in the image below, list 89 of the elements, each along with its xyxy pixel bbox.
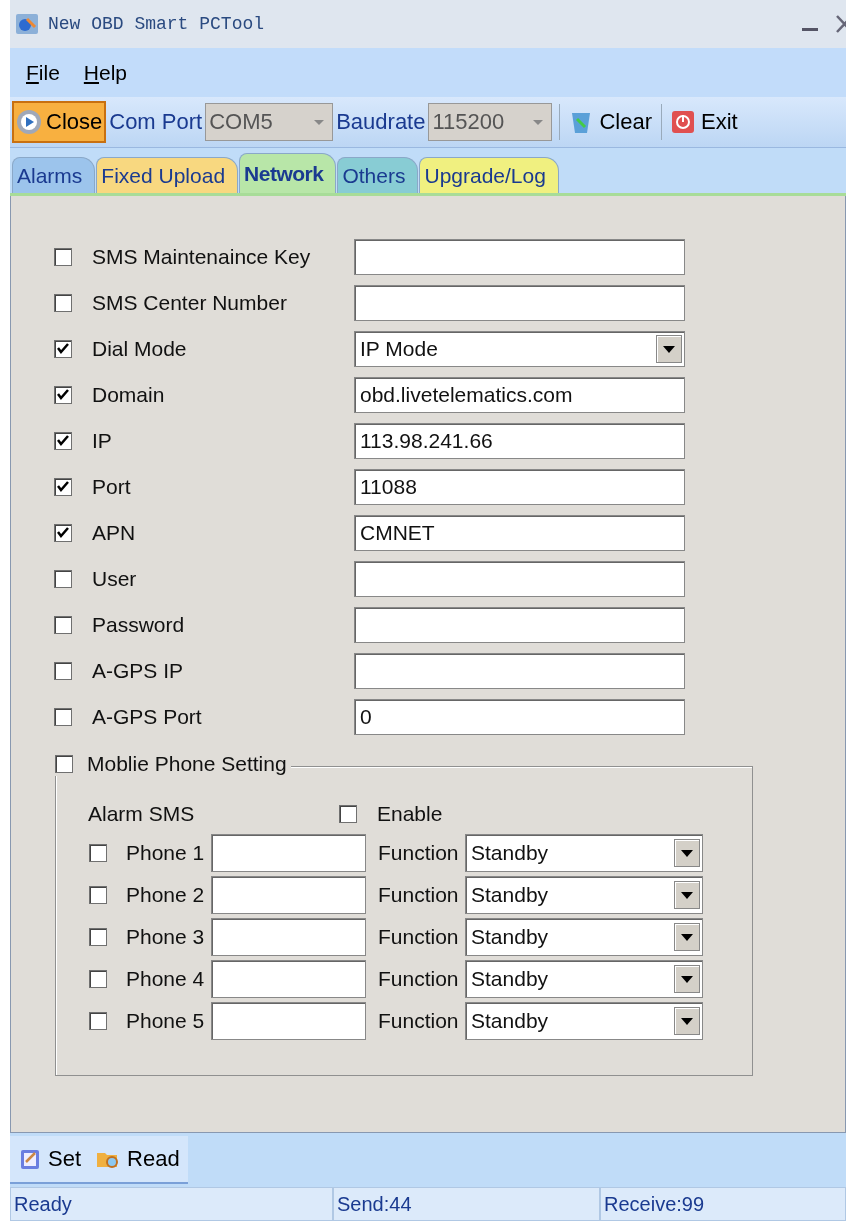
checkbox[interactable]	[54, 570, 72, 588]
phone-label: Phone 2	[125, 883, 206, 907]
field-label: SMS Center Number	[91, 291, 288, 315]
checkbox[interactable]	[54, 294, 72, 312]
checkbox[interactable]	[54, 248, 72, 266]
checkbox[interactable]	[54, 386, 72, 404]
close-icon[interactable]	[836, 15, 846, 33]
status-text: Send:44	[333, 1187, 600, 1221]
input-field[interactable]	[354, 561, 685, 597]
phone-input[interactable]	[211, 918, 366, 956]
menu-item[interactable]: Help	[83, 60, 128, 85]
play-icon	[16, 109, 42, 135]
field-label: A-GPS Port	[91, 705, 203, 729]
function-dropdown[interactable]: Standby	[465, 1002, 703, 1040]
checkbox[interactable]	[339, 805, 357, 823]
checkbox[interactable]	[89, 886, 107, 904]
phone-input[interactable]	[211, 834, 366, 872]
input-field[interactable]: 0	[354, 699, 685, 735]
function-dropdown[interactable]: Standby	[465, 876, 703, 914]
checkbox[interactable]	[89, 844, 107, 862]
input-field[interactable]	[354, 285, 685, 321]
com-port-dropdown[interactable]: COM5	[205, 103, 334, 141]
checkbox[interactable]	[54, 708, 72, 726]
function-label: Function	[377, 925, 460, 949]
phone-input[interactable]	[211, 1002, 366, 1040]
checkbox[interactable]	[54, 524, 72, 542]
input-field[interactable]	[354, 653, 685, 689]
field-label: Dial Mode	[91, 337, 188, 361]
clear-button[interactable]: Clear	[567, 102, 655, 142]
window-title: New OBD Smart PCTool	[48, 14, 266, 34]
menu-item[interactable]: File	[26, 60, 60, 85]
phone-label: Phone 3	[125, 925, 206, 949]
tab[interactable]: Others	[337, 157, 419, 193]
input-field[interactable]: 11088	[354, 469, 685, 505]
tab[interactable]: Alarms	[12, 157, 96, 193]
field-label: APN	[91, 521, 137, 545]
function-dropdown[interactable]: Standby	[465, 918, 703, 956]
exit-button[interactable]: Exit	[669, 102, 740, 142]
checkbox[interactable]	[89, 928, 107, 946]
app-icon	[14, 12, 40, 36]
field-label: Port	[91, 475, 132, 499]
alarm-sms-label: Alarm SMS	[88, 802, 196, 826]
edit-icon	[18, 1147, 42, 1171]
input-field[interactable]: obd.livetelematics.com	[354, 377, 685, 413]
checkbox[interactable]	[55, 755, 73, 773]
minimize-icon[interactable]	[802, 26, 818, 32]
input-field[interactable]: CMNET	[354, 515, 685, 551]
input-field[interactable]	[354, 239, 685, 275]
checkbox[interactable]	[89, 1012, 107, 1030]
set-button[interactable]: Set	[14, 1146, 86, 1172]
checkbox[interactable]	[54, 662, 72, 680]
field-label: SMS Maintenaince Key	[91, 245, 312, 269]
status-text: Ready	[10, 1187, 333, 1221]
checkbox[interactable]	[54, 616, 72, 634]
com-port-label: Com Port	[109, 109, 203, 135]
function-dropdown[interactable]: Standby	[465, 960, 703, 998]
field-label: A-GPS IP	[91, 659, 185, 683]
close-button[interactable]: Close	[12, 101, 107, 143]
input-field[interactable]	[354, 607, 685, 643]
tab[interactable]: Network	[239, 153, 337, 193]
field-label: IP	[91, 429, 113, 453]
checkbox[interactable]	[54, 340, 72, 358]
baudrate-label: Baudrate	[336, 109, 426, 135]
baudrate-dropdown[interactable]: 115200	[428, 103, 553, 141]
status-text: Receive:99	[600, 1187, 846, 1221]
field-label: Password	[91, 613, 186, 637]
tab[interactable]: Upgrade/Log	[419, 157, 559, 193]
checkbox[interactable]	[54, 478, 72, 496]
tab[interactable]: Fixed Upload	[96, 157, 239, 193]
dial-mode-dropdown[interactable]: IP Mode	[354, 331, 685, 367]
enable-label: Enable	[376, 802, 443, 826]
phone-label: Phone 5	[125, 1009, 206, 1033]
phone-label: Phone 1	[125, 841, 206, 865]
read-button[interactable]: Read	[91, 1146, 184, 1172]
field-label: Domain	[91, 383, 166, 407]
function-label: Function	[377, 883, 460, 907]
function-label: Function	[377, 967, 460, 991]
group-title: Moblie Phone Setting	[86, 752, 287, 776]
input-field[interactable]: 113.98.241.66	[354, 423, 685, 459]
checkbox[interactable]	[89, 970, 107, 988]
function-label: Function	[377, 1009, 460, 1033]
checkbox[interactable]	[54, 432, 72, 450]
phone-input[interactable]	[211, 876, 366, 914]
function-label: Function	[377, 841, 460, 865]
field-label: User	[91, 567, 138, 591]
power-icon	[671, 110, 696, 134]
phone-label: Phone 4	[125, 967, 206, 991]
function-dropdown[interactable]: Standby	[465, 834, 703, 872]
phone-input[interactable]	[211, 960, 366, 998]
